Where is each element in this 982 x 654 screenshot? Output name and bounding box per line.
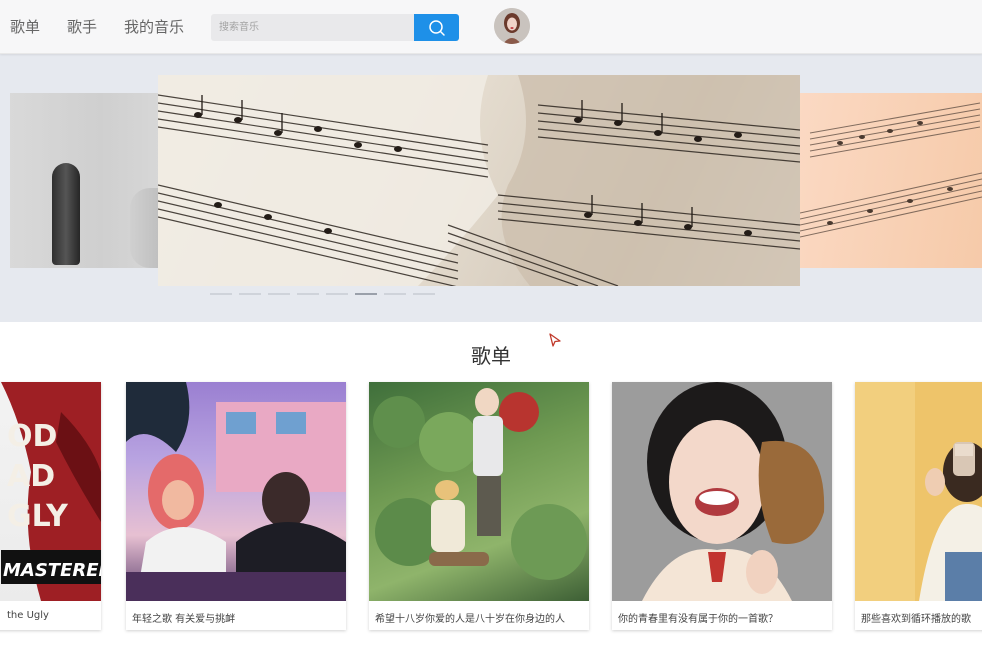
playlist-cover: [126, 382, 346, 601]
album-art-text: OD: [7, 419, 57, 454]
playlist-cover: OD AD GLY MASTERED: [0, 382, 101, 601]
playlist-title: the Ugly: [7, 610, 49, 621]
carousel-slide-active[interactable]: [158, 75, 800, 286]
playlist-title: 希望十八岁你爱的人是八十岁在你身边的人: [375, 614, 565, 625]
search-input[interactable]: [211, 14, 414, 41]
nav-item-playlists[interactable]: 歌单: [10, 16, 40, 37]
app-frame: 歌单 歌手 我的音乐 搜索音乐 歌单 OD AD GLY MASTERE the…: [0, 0, 982, 654]
playlist-cover: [612, 382, 832, 601]
search-icon: [428, 19, 445, 36]
carousel-dot[interactable]: [268, 293, 290, 295]
album-art-text: MASTERED: [3, 560, 101, 581]
carousel-dot-active[interactable]: [355, 293, 377, 295]
carousel-dot[interactable]: [413, 293, 435, 295]
playlist-cover: [369, 382, 589, 601]
playlist-title: 年轻之歌 有关爱与挑衅: [132, 614, 236, 625]
photo-girl-drink: [855, 382, 982, 601]
carousel-dot[interactable]: [384, 293, 406, 295]
banner-carousel[interactable]: [0, 54, 982, 322]
carousel-dot[interactable]: [297, 293, 319, 295]
illustration-garden: [373, 388, 587, 580]
playlist-card[interactable]: 那些喜欢到循环播放的歌: [855, 382, 982, 630]
album-art-text: AD: [7, 459, 55, 494]
mouse-cursor-icon: [549, 333, 561, 347]
search-button[interactable]: [414, 14, 459, 41]
illustration-couple: [126, 382, 346, 601]
playlist-cover: [855, 382, 982, 601]
carousel-dot[interactable]: [210, 293, 232, 295]
sheet-music-image: [158, 75, 800, 286]
playlist-card[interactable]: 年轻之歌 有关爱与挑衅: [126, 382, 346, 630]
section-title-playlists: 歌单: [471, 344, 511, 368]
carousel-dot[interactable]: [239, 293, 261, 295]
nav-item-my-music[interactable]: 我的音乐: [124, 16, 184, 37]
playlist-card[interactable]: 你的青春里有没有属于你的一首歌？: [612, 382, 832, 630]
top-nav: 歌单 歌手 我的音乐: [0, 0, 982, 54]
carousel-slide-next[interactable]: [800, 93, 982, 268]
avatar-portrait: [494, 8, 530, 44]
carousel-dot[interactable]: [326, 293, 348, 295]
album-art-text: GLY: [7, 499, 69, 534]
sheet-music-image-right: [800, 102, 982, 238]
photo-smiling-girl: [612, 382, 832, 601]
playlist-card[interactable]: OD AD GLY MASTERED the Ugly: [0, 382, 101, 630]
nav-item-singers[interactable]: 歌手: [67, 16, 97, 37]
carousel-slide-previous[interactable]: [10, 93, 170, 268]
user-avatar[interactable]: [494, 8, 530, 44]
microphone-image: [52, 163, 80, 265]
playlist-title: 你的青春里有没有属于你的一首歌？: [618, 614, 778, 625]
playlist-title: 那些喜欢到循环播放的歌: [861, 614, 971, 625]
album-art-ugly: OD AD GLY MASTERED: [1, 382, 101, 601]
playlist-card[interactable]: 希望十八岁你爱的人是八十岁在你身边的人: [369, 382, 589, 630]
